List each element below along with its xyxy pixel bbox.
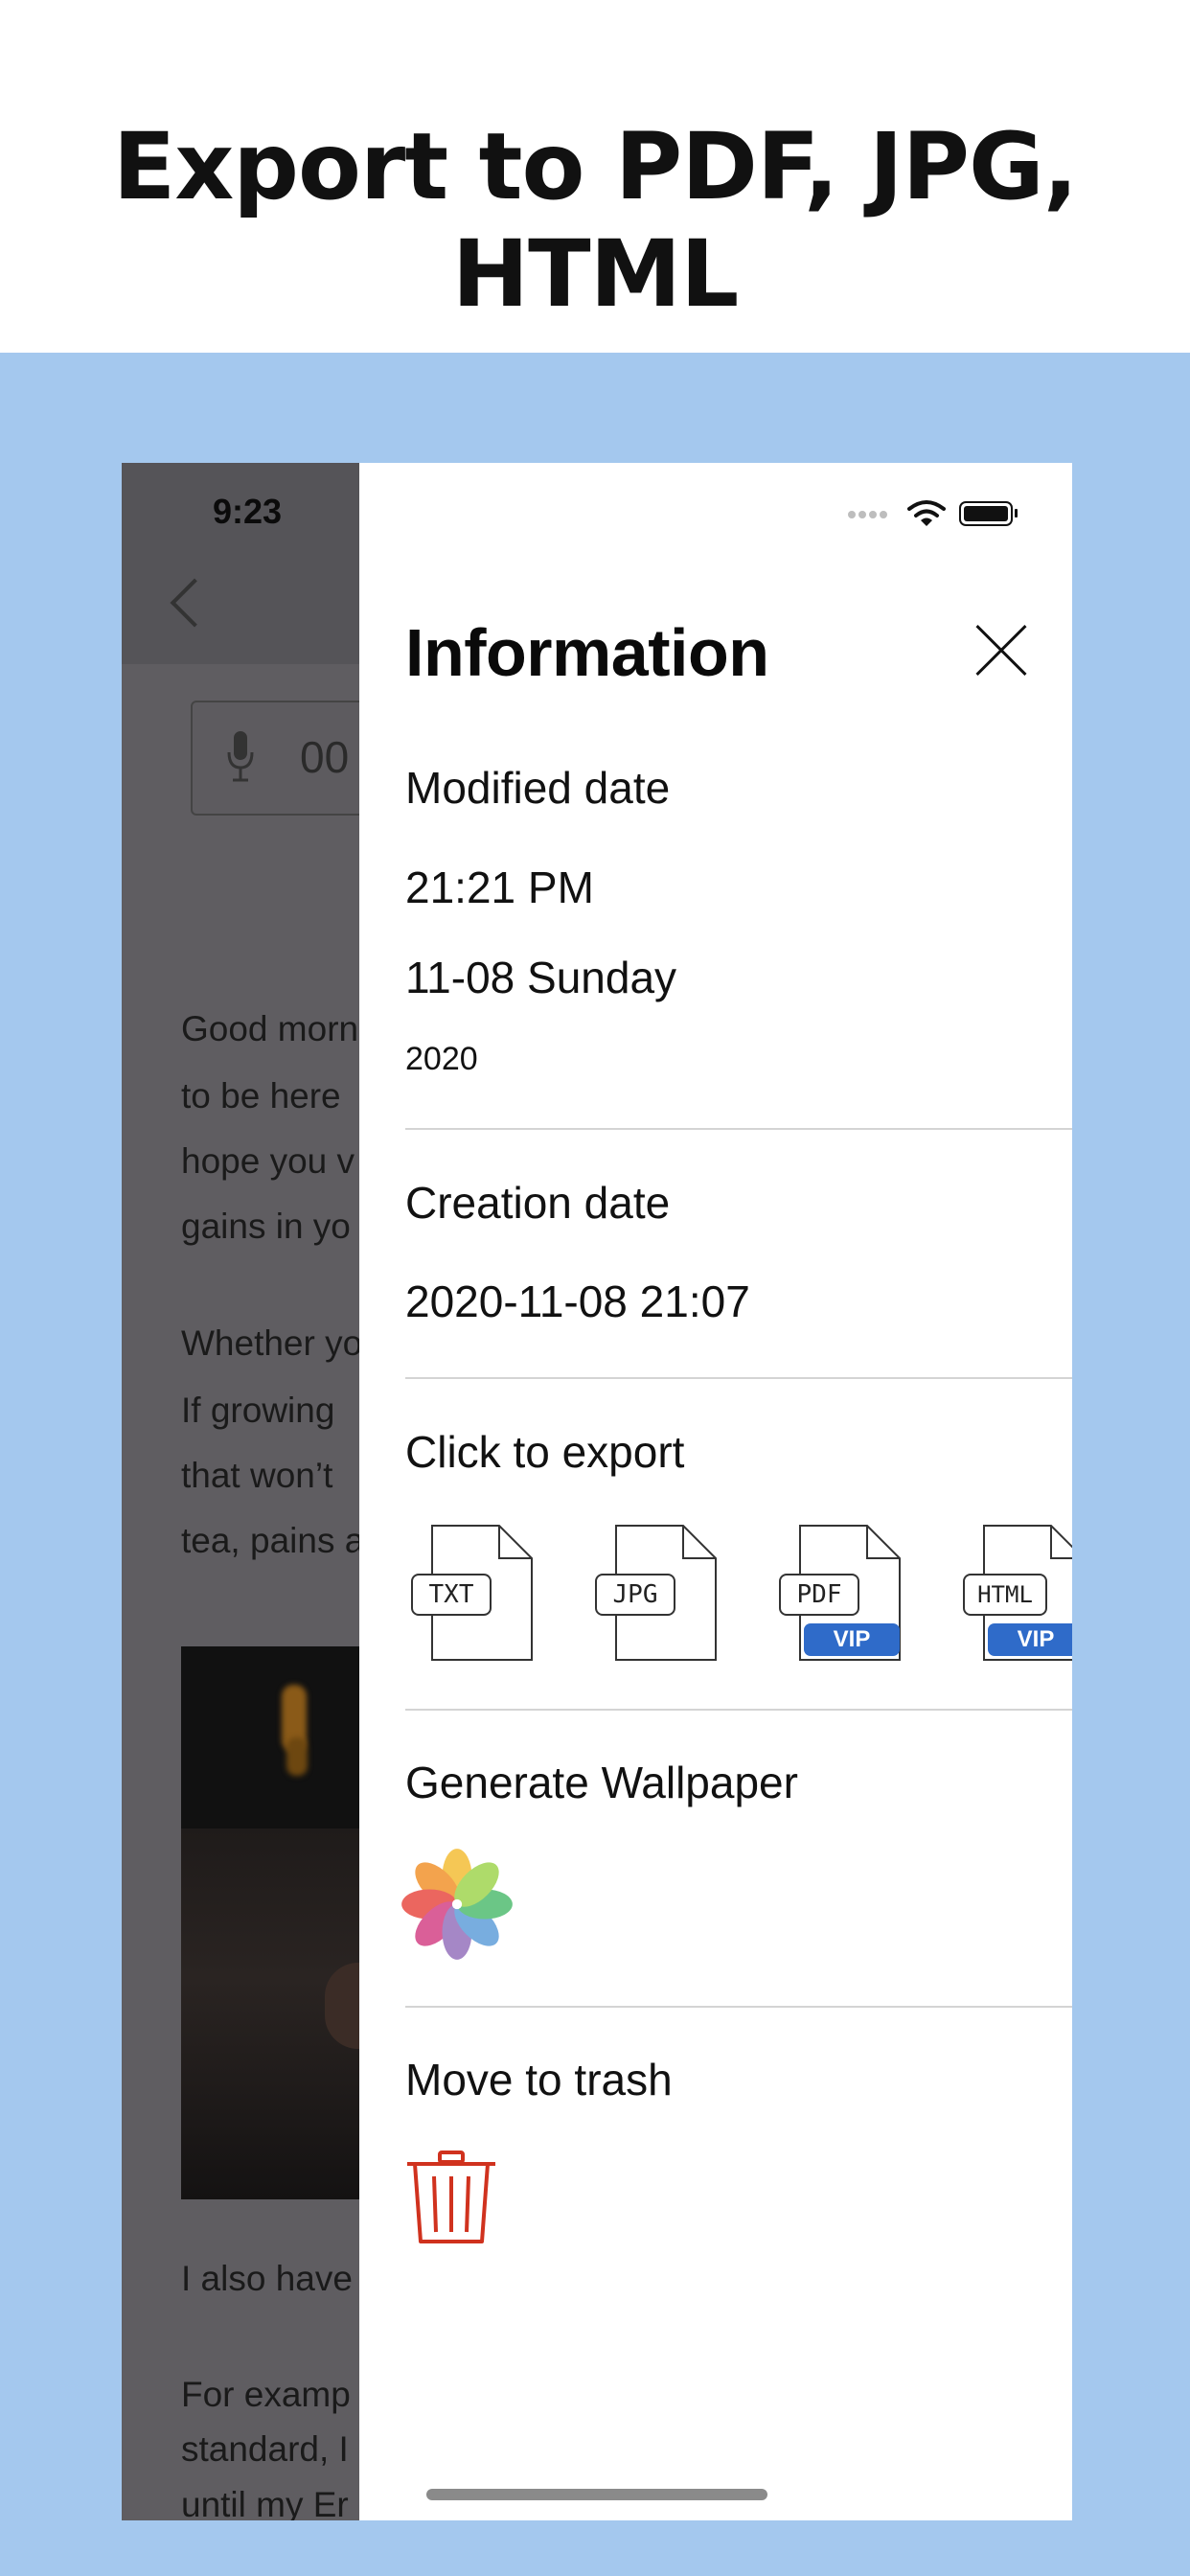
trash-icon[interactable]: [405, 2150, 497, 2245]
divider: [405, 1709, 1072, 1711]
note-line: hope you v: [181, 1141, 355, 1181]
status-icons: [848, 499, 1022, 528]
divider: [405, 1377, 1072, 1379]
export-html-button[interactable]: HTML VIP: [963, 1524, 1072, 1666]
export-txt-button[interactable]: TXT: [411, 1524, 536, 1666]
cellular-signal-icon: [848, 511, 856, 518]
battery-icon: [959, 501, 1013, 526]
wifi-icon: [907, 500, 946, 526]
home-indicator[interactable]: [426, 2489, 767, 2500]
file-type-tag: TXT: [411, 1574, 492, 1616]
microphone-icon: [227, 731, 254, 782]
phone-screen: 9:23 00 Good morn to be here hope you v …: [122, 463, 1072, 2520]
audio-time: 00: [300, 732, 350, 782]
cellular-signal-dot: [869, 511, 877, 518]
note-line: If growing: [181, 1391, 335, 1430]
modified-date: 11-08 Sunday: [405, 953, 677, 1002]
note-line: standard, I: [181, 2429, 349, 2469]
promo-header: Export to PDF, JPG, HTML: [0, 0, 1190, 353]
export-pdf-button[interactable]: PDF VIP: [779, 1524, 904, 1666]
panel-title: Information: [405, 615, 769, 690]
status-time: 9:23: [213, 492, 283, 531]
close-icon[interactable]: [973, 622, 1030, 679]
creation-date-value: 2020-11-08 21:07: [405, 1276, 750, 1326]
trash-label: Move to trash: [405, 2055, 673, 2104]
note-line: For examp: [181, 2375, 351, 2414]
export-label: Click to export: [405, 1427, 685, 1477]
divider: [405, 2006, 1072, 2008]
battery-tip: [1015, 509, 1018, 518]
note-line: to be here: [181, 1076, 341, 1116]
cellular-signal-dot: [858, 511, 866, 518]
file-type-tag: JPG: [595, 1574, 675, 1616]
modified-time: 21:21 PM: [405, 862, 594, 912]
file-type-tag: HTML: [963, 1574, 1047, 1616]
vip-badge: VIP: [804, 1623, 900, 1656]
promo-title: Export to PDF, JPG, HTML: [112, 113, 1079, 328]
creation-date-label: Creation date: [405, 1178, 671, 1228]
note-line: gains in yo: [181, 1207, 351, 1246]
photos-icon[interactable]: [398, 1845, 516, 1964]
back-chevron-icon[interactable]: [170, 578, 219, 628]
note-line: tea, pains a: [181, 1521, 365, 1560]
note-line: Good morn: [181, 1009, 359, 1048]
note-line: Whether yo: [181, 1323, 363, 1363]
wallpaper-label: Generate Wallpaper: [405, 1758, 798, 1807]
file-type-tag: PDF: [779, 1574, 859, 1616]
modified-date-label: Modified date: [405, 763, 671, 813]
information-panel: Information Modified date 21:21 PM 11-08…: [359, 463, 1072, 2520]
divider: [405, 1128, 1072, 1130]
vip-badge: VIP: [988, 1623, 1072, 1656]
note-line: until my Er: [181, 2485, 349, 2520]
note-line: that won’t: [181, 1456, 333, 1495]
modified-year: 2020: [405, 1041, 478, 1077]
note-line: I also have: [181, 2259, 353, 2298]
cellular-signal-dot: [880, 511, 887, 518]
export-jpg-button[interactable]: JPG: [595, 1524, 720, 1666]
